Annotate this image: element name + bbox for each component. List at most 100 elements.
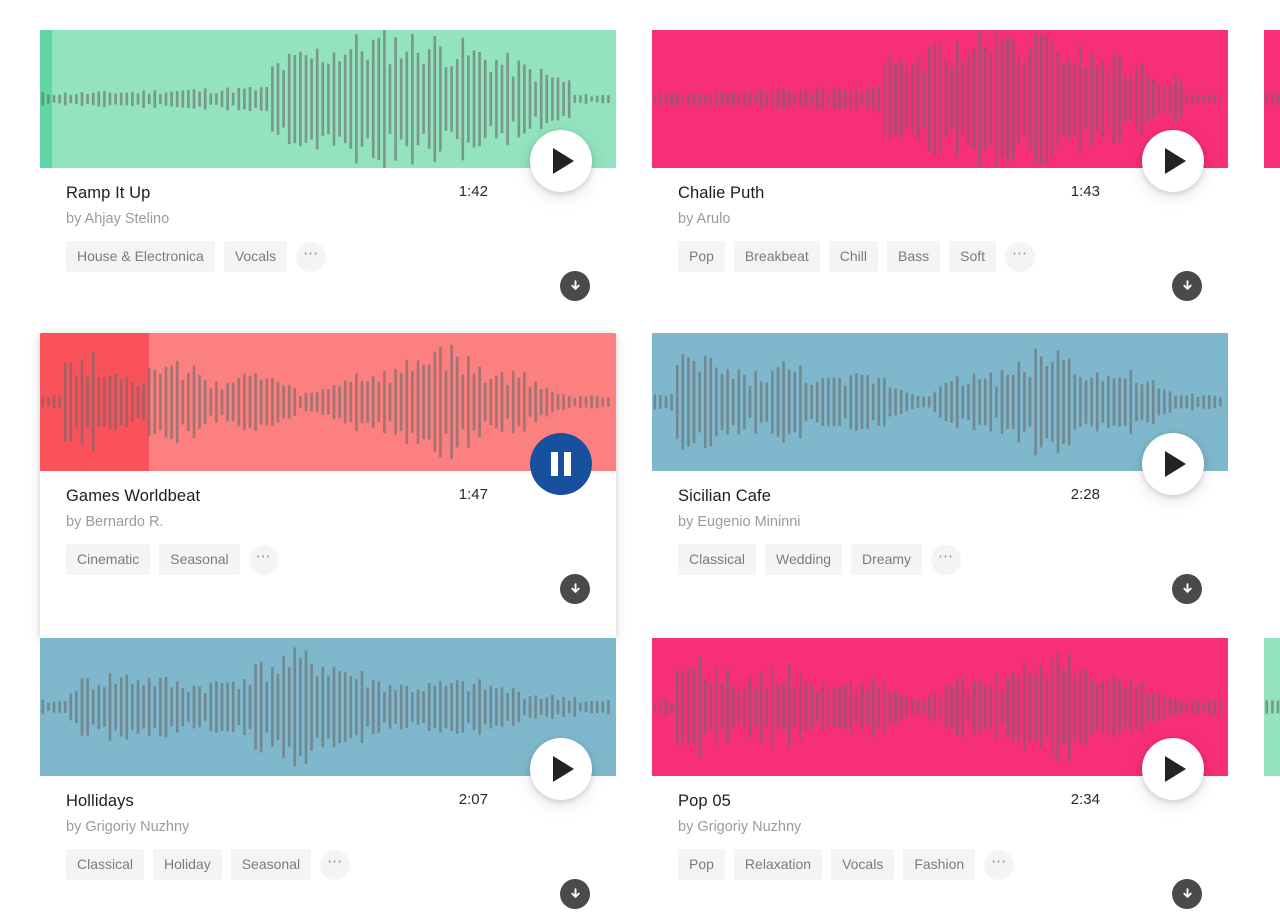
track-artist: by Eugenio Mininni bbox=[678, 514, 1206, 530]
ellipsis-icon[interactable]: ⋯ bbox=[984, 849, 1015, 880]
tag-pill[interactable]: Breakbeat bbox=[733, 241, 820, 272]
track-info: Ramp It Up 1:42 by Ahjay Stelino House & El… bbox=[40, 168, 616, 333]
download-icon bbox=[1182, 582, 1192, 593]
track-info: Pop 05 2:34 by Grigoriy Nuzhny Pop Relaxatio… bbox=[652, 776, 1228, 912]
waveform-player[interactable] bbox=[40, 30, 616, 168]
tag-pill[interactable]: Seasonal bbox=[230, 849, 312, 880]
track-card-partial[interactable] bbox=[1264, 638, 1280, 906]
track-duration: 2:34 bbox=[1070, 791, 1100, 808]
tag-pill[interactable]: Bass bbox=[886, 241, 941, 272]
track-title: Games Worldbeat bbox=[66, 487, 201, 505]
tag-pill[interactable]: Relaxation bbox=[733, 849, 823, 880]
download-icon bbox=[1182, 279, 1192, 290]
waveform-player[interactable] bbox=[40, 333, 616, 471]
track-info: Hollidays 2:07 by Grigoriy Nuzhny Classical… bbox=[40, 776, 616, 912]
spacer-cell bbox=[1264, 333, 1280, 638]
waveform-player[interactable] bbox=[40, 638, 616, 776]
track-duration: 2:28 bbox=[1070, 486, 1100, 503]
tag-pill[interactable]: Soft bbox=[949, 241, 997, 272]
ellipsis-icon[interactable]: ⋯ bbox=[296, 241, 327, 272]
by-prefix: by bbox=[678, 819, 698, 835]
tag-pill[interactable]: Vocals bbox=[223, 241, 288, 272]
artist-name: Ahjay Stelino bbox=[84, 211, 170, 227]
tag-pill[interactable]: Vocals bbox=[831, 849, 895, 880]
tag-pill[interactable]: House & Electronica bbox=[66, 241, 215, 272]
tag-pill[interactable]: Seasonal bbox=[159, 544, 240, 575]
track-card[interactable]: Pop 05 2:34 by Grigoriy Nuzhny Pop Relaxatio… bbox=[652, 638, 1228, 909]
pause-icon bbox=[551, 452, 571, 476]
tag-pill[interactable]: Classical bbox=[66, 849, 145, 880]
track-duration: 1:42 bbox=[458, 183, 488, 200]
pause-button[interactable] bbox=[530, 433, 592, 495]
track-title: Sicilian Cafe bbox=[678, 487, 772, 505]
column-gutter bbox=[616, 30, 652, 906]
download-button[interactable] bbox=[560, 271, 590, 301]
track-artist: by Ahjay Stelino bbox=[66, 211, 594, 227]
track-title: Ramp It Up bbox=[66, 184, 151, 202]
tag-pill[interactable]: Classical bbox=[678, 544, 757, 575]
track-title: Chalie Puth bbox=[678, 184, 765, 202]
track-card[interactable]: Chalie Puth 1:43 by Arulo Pop Breakbeat Chill… bbox=[652, 30, 1228, 333]
tag-pill[interactable]: Pop bbox=[678, 241, 725, 272]
track-artist: by Bernardo R. bbox=[66, 514, 594, 530]
track-duration: 1:47 bbox=[458, 486, 488, 503]
artist-name: Arulo bbox=[696, 211, 731, 227]
track-card[interactable]: Sicilian Cafe 2:28 by Eugenio Mininni Class… bbox=[652, 333, 1228, 638]
download-icon bbox=[1182, 887, 1192, 898]
by-prefix: by bbox=[678, 211, 697, 227]
download-button[interactable] bbox=[560, 879, 590, 909]
track-info: Chalie Puth 1:43 by Arulo Pop Breakbeat Chill… bbox=[652, 168, 1228, 333]
track-artist: by Grigoriy Nuzhny bbox=[66, 819, 594, 835]
tag-pill[interactable]: Fashion bbox=[903, 849, 976, 880]
download-button[interactable] bbox=[1172, 574, 1202, 604]
track-title: Hollidays bbox=[66, 792, 134, 810]
waveform-player[interactable] bbox=[652, 638, 1228, 776]
download-button[interactable] bbox=[1172, 271, 1202, 301]
download-icon bbox=[570, 279, 580, 290]
track-card-partial[interactable] bbox=[1264, 30, 1280, 333]
tag-pill[interactable]: Holiday bbox=[153, 849, 222, 880]
play-icon bbox=[552, 148, 574, 174]
track-grid: Ramp It Up 1:42 by Ahjay Stelino House & El… bbox=[0, 0, 1280, 912]
download-button[interactable] bbox=[560, 574, 590, 604]
by-prefix: by bbox=[66, 819, 86, 835]
track-card[interactable]: Ramp It Up 1:42 by Ahjay Stelino House & El… bbox=[40, 30, 616, 333]
track-artist: by Grigoriy Nuzhny bbox=[678, 819, 1206, 835]
tag-pill[interactable]: Dreamy bbox=[851, 544, 923, 575]
tag-list: Classical Wedding Dreamy ⋯ bbox=[678, 544, 1206, 575]
play-button[interactable] bbox=[1142, 433, 1204, 495]
play-button[interactable] bbox=[530, 738, 592, 800]
artist-name: Grigoriy Nuzhny bbox=[697, 819, 802, 835]
tag-list: Cinematic Seasonal ⋯ bbox=[66, 544, 594, 575]
ellipsis-icon[interactable]: ⋯ bbox=[248, 544, 279, 575]
track-title: Pop 05 bbox=[678, 792, 731, 810]
download-icon bbox=[570, 887, 580, 898]
track-duration: 1:43 bbox=[1070, 183, 1100, 200]
by-prefix: by bbox=[66, 514, 86, 530]
play-button[interactable] bbox=[1142, 738, 1204, 800]
play-button[interactable] bbox=[530, 130, 592, 192]
play-button[interactable] bbox=[1142, 130, 1204, 192]
artist-name: Bernardo R. bbox=[85, 514, 164, 530]
ellipsis-icon[interactable]: ⋯ bbox=[931, 544, 962, 575]
ellipsis-icon[interactable]: ⋯ bbox=[320, 849, 351, 880]
track-card[interactable]: Games Worldbeat 1:47 by Bernardo R. Cinemat… bbox=[40, 333, 616, 638]
track-artist: by Arulo bbox=[678, 211, 1206, 227]
download-icon bbox=[570, 582, 580, 593]
tag-list: House & Electronica Vocals ⋯ bbox=[66, 241, 594, 272]
tag-pill[interactable]: Chill bbox=[828, 241, 878, 272]
tag-pill[interactable]: Pop bbox=[678, 849, 725, 880]
download-button[interactable] bbox=[1172, 879, 1202, 909]
tag-pill[interactable]: Cinematic bbox=[66, 544, 151, 575]
tag-pill[interactable]: Wedding bbox=[765, 544, 843, 575]
waveform-player[interactable] bbox=[652, 30, 1228, 168]
track-card[interactable]: Hollidays 2:07 by Grigoriy Nuzhny Classical… bbox=[40, 638, 616, 909]
track-info: Games Worldbeat 1:47 by Bernardo R. Cinemat… bbox=[40, 471, 616, 636]
waveform-player[interactable] bbox=[1264, 30, 1280, 168]
by-prefix: by bbox=[66, 211, 85, 227]
track-duration: 2:07 bbox=[458, 791, 488, 808]
waveform-player[interactable] bbox=[652, 333, 1228, 471]
ellipsis-icon[interactable]: ⋯ bbox=[1005, 241, 1036, 272]
artist-name: Grigoriy Nuzhny bbox=[85, 819, 190, 835]
waveform-player[interactable] bbox=[1264, 638, 1280, 776]
